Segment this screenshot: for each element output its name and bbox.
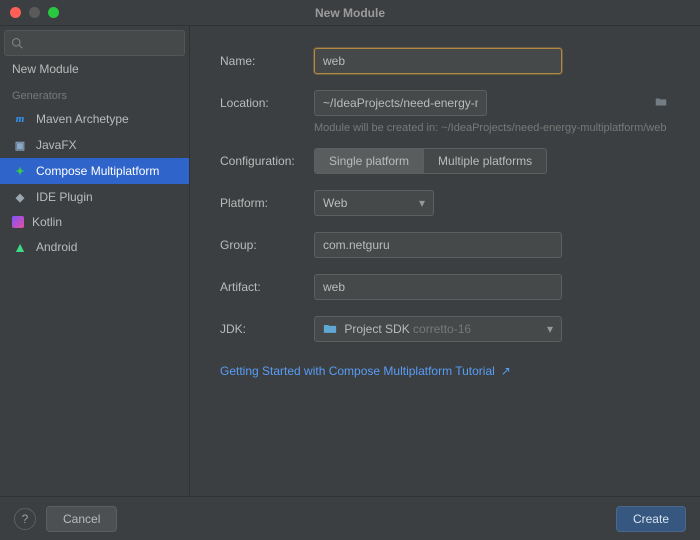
zoom-window-icon[interactable]	[48, 7, 59, 18]
sidebar-item-label: JavaFX	[36, 138, 77, 152]
jdk-label: JDK:	[220, 322, 314, 336]
sidebar-item-maven-archetype[interactable]: m Maven Archetype	[0, 106, 189, 132]
sidebar-item-compose-multiplatform[interactable]: ✦ Compose Multiplatform	[0, 158, 189, 184]
jdk-dropdown[interactable]: Project SDK corretto-16 ▾	[314, 316, 562, 342]
group-input[interactable]	[314, 232, 562, 258]
name-input[interactable]	[314, 48, 562, 74]
group-label: Group:	[220, 238, 314, 252]
sidebar-item-label: Android	[36, 240, 77, 254]
close-window-icon[interactable]	[10, 7, 21, 18]
platform-value: Web	[323, 196, 347, 210]
footer: ? Cancel Create	[0, 496, 700, 540]
sidebar-root-item[interactable]: New Module	[0, 56, 189, 82]
name-label: Name:	[220, 54, 314, 68]
browse-folder-icon[interactable]	[654, 95, 668, 112]
sidebar-item-label: Kotlin	[32, 215, 62, 229]
location-hint: Module will be created in: ~/IdeaProject…	[314, 122, 674, 134]
sidebar-item-ide-plugin[interactable]: ◆ IDE Plugin	[0, 184, 189, 210]
sidebar-item-label: IDE Plugin	[36, 190, 93, 204]
minimize-window-icon[interactable]	[29, 7, 40, 18]
configuration-option-multiple[interactable]: Multiple platforms	[424, 149, 546, 173]
artifact-label: Artifact:	[220, 280, 314, 294]
sidebar-item-javafx[interactable]: ▣ JavaFX	[0, 132, 189, 158]
folder-icon	[323, 323, 337, 334]
javafx-icon: ▣	[12, 137, 28, 153]
help-button[interactable]: ?	[14, 508, 36, 530]
sidebar: New Module Generators m Maven Archetype …	[0, 26, 190, 496]
sidebar-section-label: Generators	[0, 82, 189, 106]
chevron-down-icon: ▾	[419, 196, 425, 210]
titlebar: New Module	[0, 0, 700, 26]
compose-icon: ✦	[12, 163, 28, 179]
sidebar-item-label: Maven Archetype	[36, 112, 129, 126]
window-controls	[10, 7, 59, 18]
search-icon	[11, 37, 23, 49]
tutorial-link[interactable]: Getting Started with Compose Multiplatfo…	[220, 364, 511, 378]
artifact-input[interactable]	[314, 274, 562, 300]
platform-label: Platform:	[220, 196, 314, 210]
configuration-option-single[interactable]: Single platform	[315, 149, 424, 173]
android-icon: ▲	[12, 239, 28, 255]
configuration-segmented: Single platform Multiple platforms	[314, 148, 547, 174]
sidebar-item-label: Compose Multiplatform	[36, 164, 159, 178]
location-input[interactable]	[314, 90, 487, 116]
window-title: New Module	[0, 0, 700, 26]
sidebar-item-android[interactable]: ▲ Android	[0, 234, 189, 260]
create-button[interactable]: Create	[616, 506, 686, 532]
location-label: Location:	[220, 96, 314, 110]
ide-plugin-icon: ◆	[12, 189, 28, 205]
form-panel: Name: Location: Module will be created i…	[190, 26, 700, 496]
maven-icon: m	[12, 111, 28, 127]
platform-dropdown[interactable]: Web ▾	[314, 190, 434, 216]
cancel-button[interactable]: Cancel	[46, 506, 117, 532]
sidebar-item-kotlin[interactable]: Kotlin	[0, 210, 189, 234]
jdk-value: Project SDK corretto-16	[323, 322, 471, 336]
search-input[interactable]	[4, 30, 185, 56]
external-link-icon: ↗	[501, 364, 511, 378]
chevron-down-icon: ▾	[547, 322, 553, 336]
configuration-label: Configuration:	[220, 154, 314, 168]
kotlin-icon	[12, 216, 24, 228]
